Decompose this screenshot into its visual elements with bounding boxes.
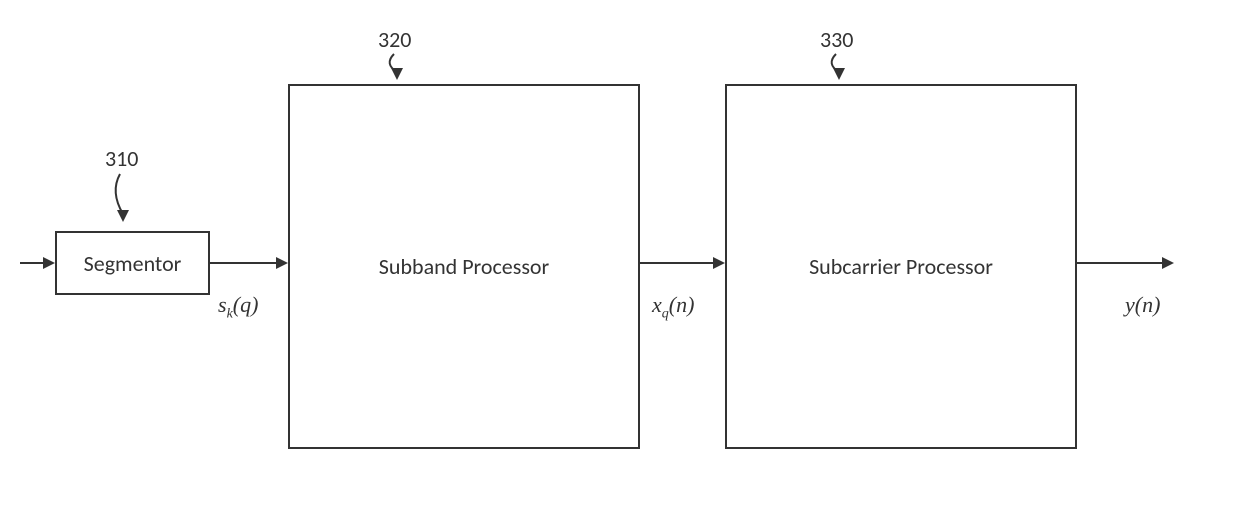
segmentor-block: Segmentor: [55, 231, 210, 295]
signal-xqn-arg: (n): [669, 292, 695, 317]
signal-skq-prefix: s: [218, 292, 227, 317]
signal-yn-arg: (n): [1135, 292, 1161, 317]
signal-xqn-sub: q: [662, 306, 669, 321]
signal-label-yn: y(n): [1125, 292, 1160, 322]
pointer-segmentor: [108, 172, 138, 230]
arrow-input: [20, 262, 45, 264]
subcarrier-processor-label: Subcarrier Processor: [809, 253, 993, 280]
arrow-subband-to-subcarrier: [640, 262, 713, 264]
signal-label-xqn: xq(n): [652, 292, 694, 322]
subband-processor-block: Subband Processor: [288, 84, 640, 449]
pointer-subcarrier: [824, 52, 854, 84]
signal-label-skq: sk(q): [218, 292, 258, 322]
arrow-subband-to-subcarrier-head: [713, 257, 725, 269]
ref-label-subband: 320: [378, 26, 411, 53]
arrow-segmentor-to-subband: [210, 262, 276, 264]
signal-skq-arg: (q): [233, 292, 259, 317]
signal-xqn-prefix: x: [652, 292, 662, 317]
ref-label-segmentor: 310: [105, 145, 138, 172]
arrow-segmentor-to-subband-head: [276, 257, 288, 269]
arrow-output: [1077, 262, 1162, 264]
arrow-input-head: [43, 257, 55, 269]
signal-yn-prefix: y: [1125, 292, 1135, 317]
arrow-output-head: [1162, 257, 1174, 269]
subcarrier-processor-block: Subcarrier Processor: [725, 84, 1077, 449]
segmentor-label: Segmentor: [84, 250, 182, 277]
subband-processor-label: Subband Processor: [379, 253, 549, 280]
pointer-subband: [382, 52, 412, 84]
ref-label-subcarrier: 330: [820, 26, 853, 53]
